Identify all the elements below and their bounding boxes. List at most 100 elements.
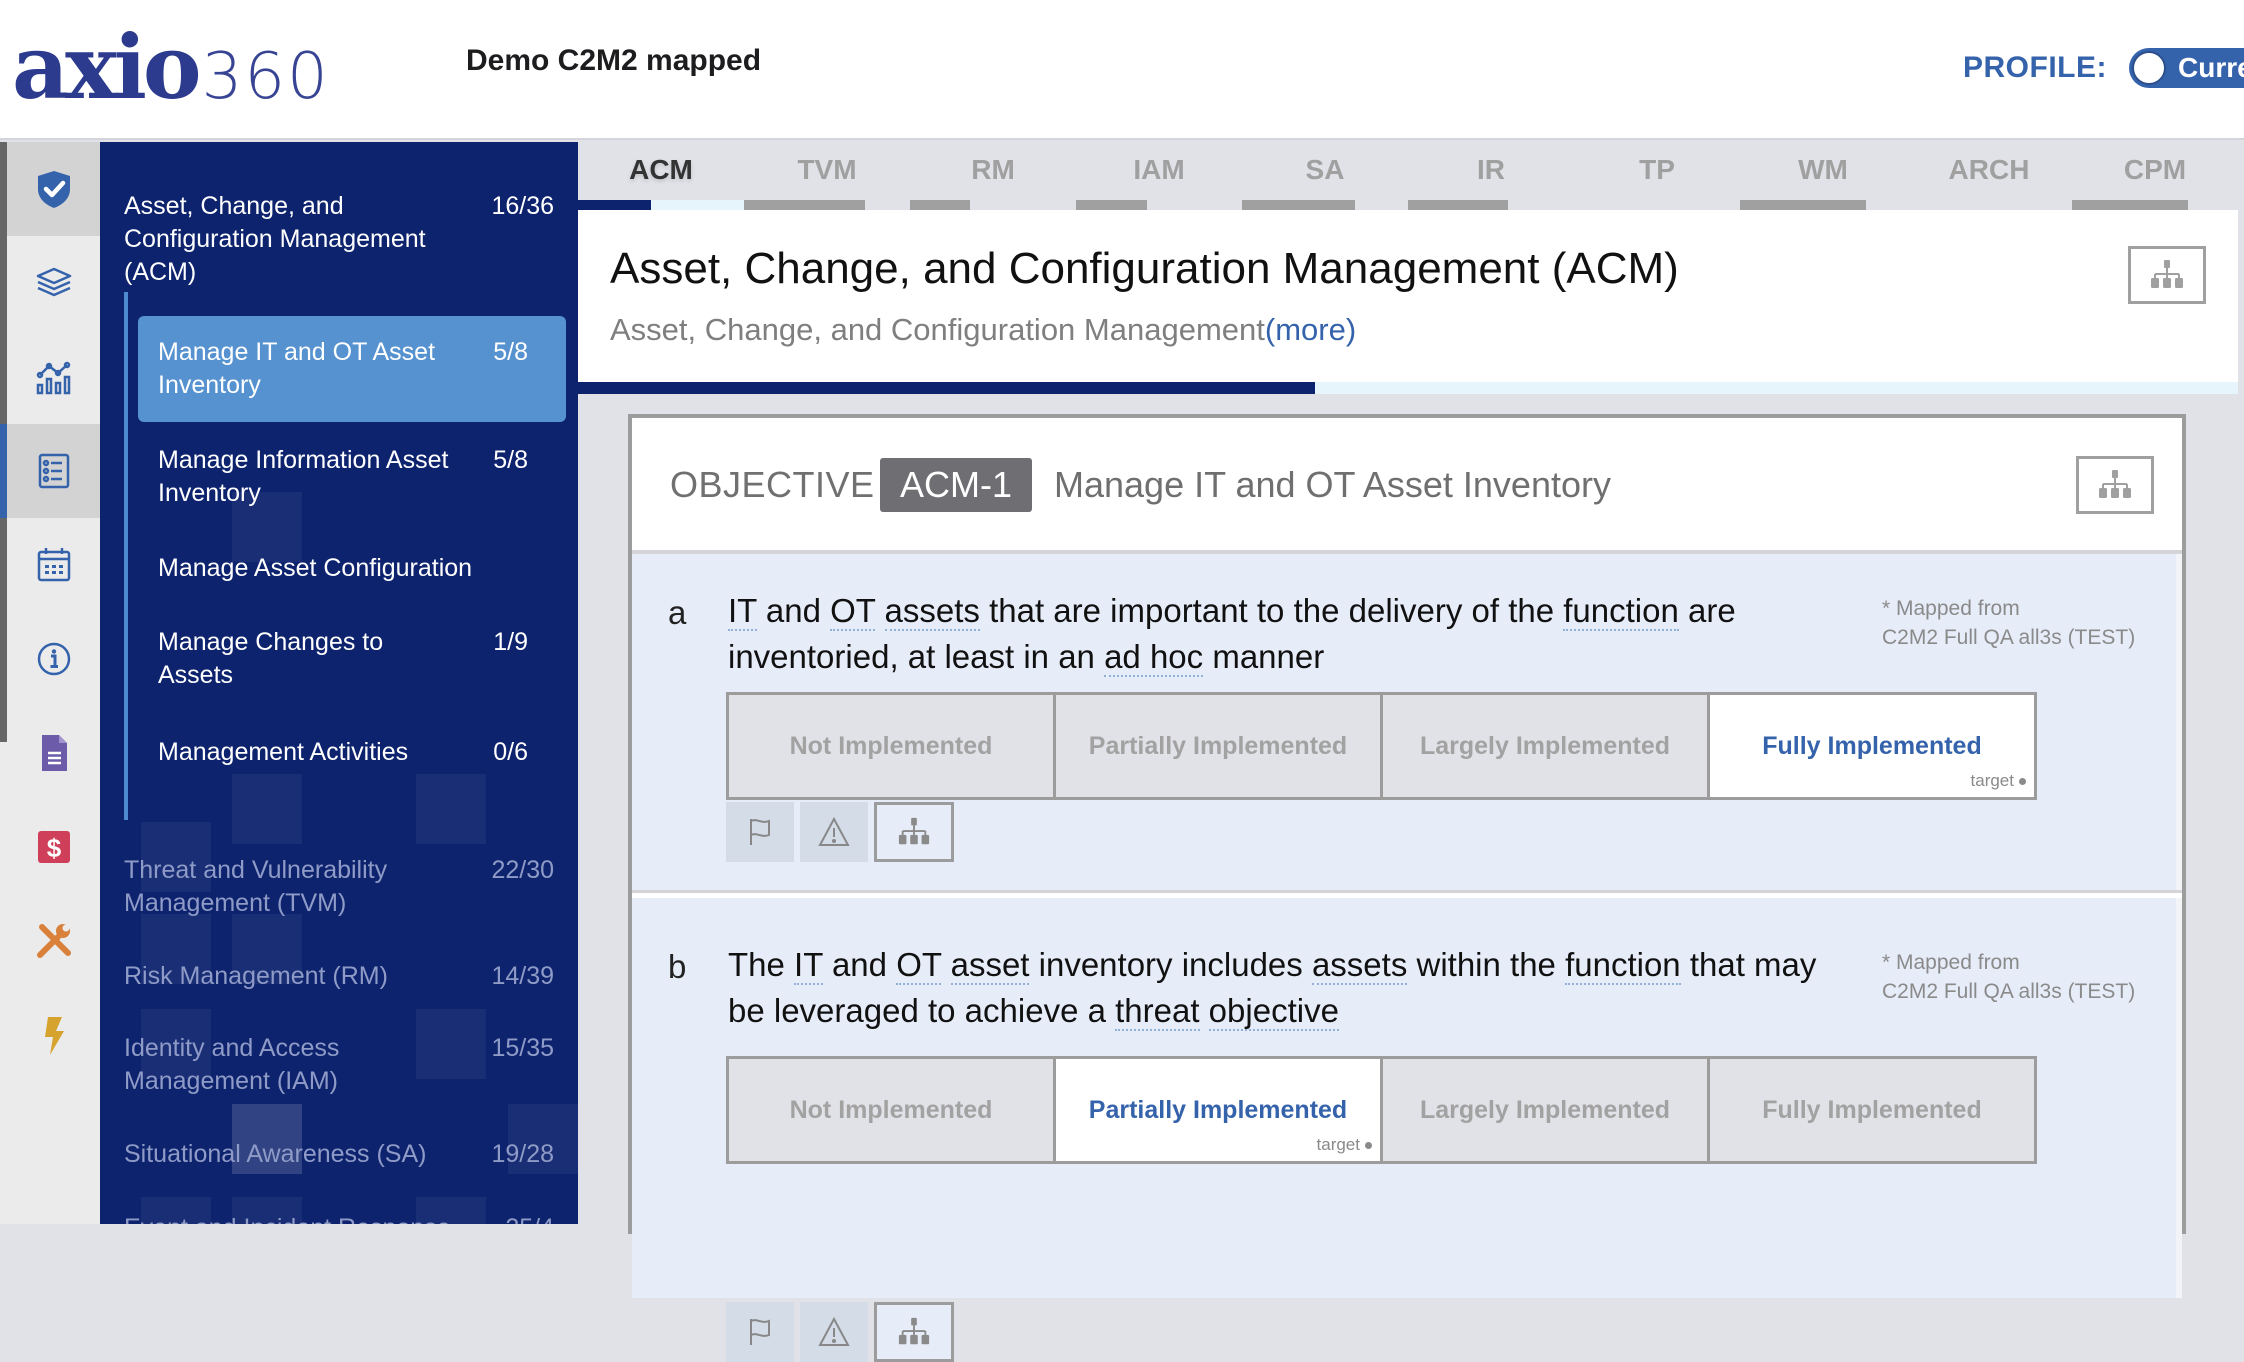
domain-description: Asset, Change, and Configuration Managem… — [610, 312, 1356, 348]
rail-item-assessment[interactable] — [7, 142, 100, 236]
nav-objective-label: Manage Information Asset Inventory — [158, 446, 449, 507]
tab-rm[interactable]: RM — [910, 142, 1076, 210]
objective-kicker: OBJECTIVE — [670, 464, 875, 505]
response-largely-implemented[interactable]: Largely Implemented — [1383, 695, 1707, 797]
objective-hierarchy-button[interactable] — [2076, 456, 2154, 514]
glossary-term[interactable]: objective — [1208, 992, 1339, 1031]
tab-label: IAM — [1133, 154, 1185, 185]
nav-domain-iam[interactable]: Identity and Access Management (IAM) 15/… — [124, 1032, 554, 1098]
tab-ir[interactable]: IR — [1408, 142, 1574, 210]
practice-b: b The IT and OT asset inventory includes … — [632, 898, 2182, 1362]
alert-button[interactable] — [800, 1302, 868, 1362]
glossary-term[interactable]: IT — [794, 946, 823, 985]
nav-domain-label: Threat and Vulnerability Management (TVM… — [124, 856, 388, 917]
rail-item-calendar[interactable] — [7, 518, 100, 612]
tab-cpm[interactable]: CPM — [2072, 142, 2238, 210]
mapped-from-source: C2M2 Full QA all3s (TEST) — [1882, 626, 2136, 649]
glossary-term[interactable]: assets — [1311, 946, 1408, 985]
nav-domain-label: Event and Incident Response — [124, 1212, 454, 1224]
nav-objective-count: 0/6 — [493, 738, 528, 766]
tab-wm[interactable]: WM — [1740, 142, 1906, 210]
axio360-logo[interactable]: axio 360 — [12, 22, 330, 114]
practice-letter: b — [668, 948, 687, 985]
tab-acm[interactable]: ACM — [578, 142, 744, 210]
rail-item-analytics[interactable] — [7, 330, 100, 424]
practice-text-fragment: and — [822, 946, 897, 983]
rail-item-reports[interactable] — [7, 706, 100, 800]
tab-sa[interactable]: SA — [1242, 142, 1408, 210]
hierarchy-button[interactable] — [874, 1302, 954, 1362]
tab-progress-bar — [1740, 200, 1906, 210]
response-largely-implemented[interactable]: Largely Implemented — [1383, 1059, 1707, 1161]
nav-domain-label: Situational Awareness (SA) — [124, 1140, 427, 1168]
response-not-implemented[interactable]: Not Implemented — [729, 695, 1053, 797]
response-partially-implemented[interactable]: Partially Implemented target — [1056, 1059, 1380, 1161]
nav-objective-label: Manage Changes to Assets — [158, 628, 384, 689]
info-icon — [37, 642, 70, 676]
tab-tvm[interactable]: TVM — [744, 142, 910, 210]
nav-domain-sa[interactable]: Situational Awareness (SA) 19/28 — [124, 1138, 554, 1171]
nav-domain-ir[interactable]: Event and Incident Response 25/4 — [124, 1212, 554, 1224]
rail-item-billing[interactable]: $ — [7, 800, 100, 894]
flag-button[interactable] — [726, 802, 794, 862]
practice-text: IT and OT assets that are important to t… — [728, 588, 1838, 680]
glossary-term[interactable]: IT — [728, 592, 757, 631]
glossary-term[interactable]: OT — [830, 592, 876, 631]
nav-domain-label: Asset, Change, and Configuration Managem… — [124, 192, 426, 286]
profile-label: PROFILE: — [1963, 51, 2107, 84]
practice-text-fragment: manner — [1203, 638, 1325, 675]
nav-objective-acm-1[interactable]: Manage IT and OT Asset Inventory 5/8 — [138, 316, 566, 422]
tab-tp[interactable]: TP — [1574, 142, 1740, 210]
glossary-term[interactable]: threat — [1115, 992, 1200, 1031]
tab-label: ARCH — [1948, 154, 2030, 185]
nav-objective-count: 1/9 — [493, 628, 528, 656]
glossary-term[interactable]: asset — [950, 946, 1030, 985]
profile-toggle[interactable]: Current — [2129, 48, 2244, 88]
response-fully-implemented[interactable]: Fully Implemented target — [1710, 695, 2034, 797]
tab-arch[interactable]: ARCH — [1906, 142, 2072, 210]
rail-item-settings[interactable] — [7, 894, 100, 988]
hierarchy-icon — [897, 1315, 931, 1349]
implementation-response-group: Not Implemented Partially Implemented Larg… — [726, 692, 2037, 800]
flag-icon — [743, 815, 777, 849]
nav-objective-acm-5[interactable]: Management Activities 0/6 — [138, 736, 566, 769]
mapped-from-source: C2M2 Full QA all3s (TEST) — [1882, 980, 2136, 1003]
domain-hierarchy-button[interactable] — [2128, 246, 2206, 304]
tab-label: WM — [1798, 154, 1848, 185]
tab-label: RM — [971, 154, 1015, 185]
rail-item-layers[interactable] — [7, 236, 100, 330]
tab-progress-fill — [1076, 200, 1148, 210]
response-fully-implemented[interactable]: Fully Implemented — [1710, 1059, 2034, 1161]
toggle-knob — [2132, 51, 2166, 85]
alert-button[interactable] — [800, 802, 868, 862]
nav-objective-acm-3[interactable]: Manage Asset Configuration — [138, 552, 566, 585]
response-not-implemented[interactable]: Not Implemented — [729, 1059, 1053, 1161]
response-label: Partially Implemented — [1088, 731, 1348, 760]
nav-domain-tvm[interactable]: Threat and Vulnerability Management (TVM… — [124, 854, 554, 920]
glossary-term[interactable]: ad hoc — [1104, 638, 1204, 677]
rail-item-quick-actions[interactable] — [7, 988, 100, 1082]
glossary-term[interactable]: assets — [884, 592, 980, 631]
glossary-term[interactable]: OT — [896, 946, 942, 985]
practice-text-fragment: that are important to the delivery of th… — [979, 592, 1564, 629]
checklist-icon — [38, 453, 69, 489]
practice-text: The IT and OT asset inventory includes a… — [728, 942, 1838, 1034]
nav-domain-rm[interactable]: Risk Management (RM) 14/39 — [124, 960, 554, 993]
nav-objective-acm-4[interactable]: Manage Changes to Assets 1/9 — [138, 626, 566, 692]
glossary-term[interactable]: function — [1565, 946, 1681, 985]
response-partially-implemented[interactable]: Partially Implemented — [1056, 695, 1380, 797]
hierarchy-button[interactable] — [874, 802, 954, 862]
practice-text-fragment: The — [728, 946, 795, 983]
nav-domain-acm[interactable]: Asset, Change, and Configuration Managem… — [124, 190, 554, 289]
rail-item-checklist[interactable] — [7, 424, 100, 518]
flag-button[interactable] — [726, 1302, 794, 1362]
more-link[interactable]: (more) — [1265, 312, 1356, 347]
nav-objective-acm-2[interactable]: Manage Information Asset Inventory 5/8 — [138, 444, 566, 510]
response-label: Not Implemented — [789, 731, 993, 760]
tab-iam[interactable]: IAM — [1076, 142, 1242, 210]
rail-item-info[interactable] — [7, 612, 100, 706]
practice-text-fragment: within the — [1407, 946, 1566, 983]
glossary-term[interactable]: function — [1563, 592, 1679, 631]
tab-progress-fill — [2072, 200, 2189, 210]
domain-description-text: Asset, Change, and Configuration Managem… — [610, 312, 1265, 347]
